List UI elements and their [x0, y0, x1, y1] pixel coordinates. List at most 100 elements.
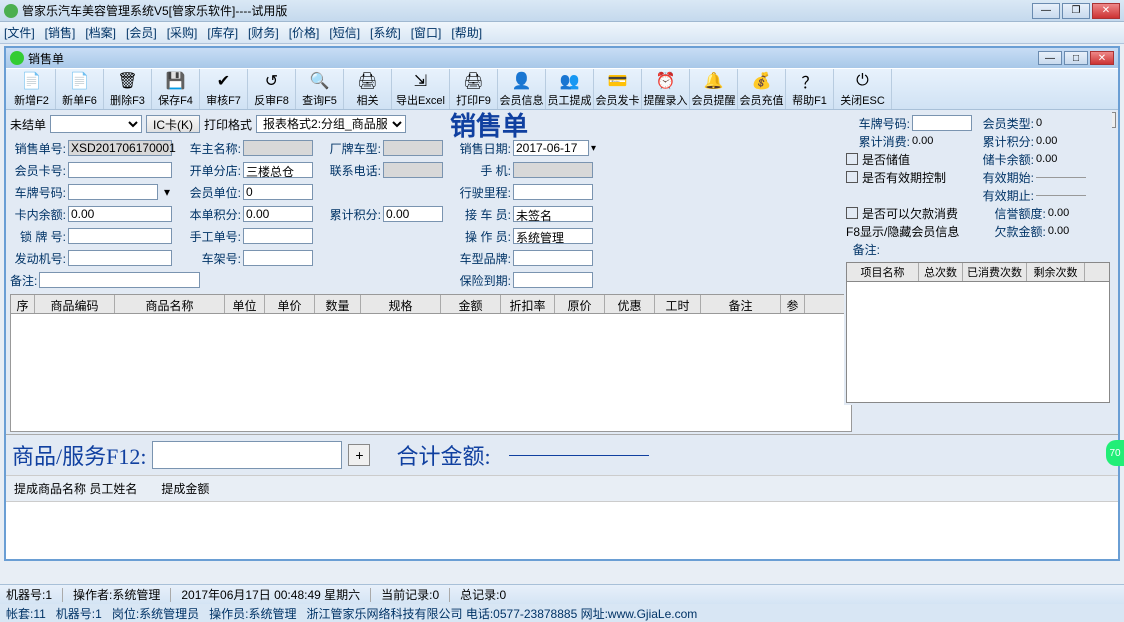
menu-item-7[interactable]: [价格] [289, 24, 320, 41]
thispt-value: 0.00 [243, 206, 313, 222]
toolbar-导出Excel[interactable]: ⇲导出Excel [392, 69, 450, 109]
add-product-button[interactable]: + [348, 444, 370, 466]
toolbar-icon: 📄 [70, 71, 90, 91]
main-title-bar: 管家乐汽车美容管理系统V5[管家乐软件]----试用版 — ❐ ✕ [0, 0, 1124, 22]
receiver-val: 未签名 [513, 206, 593, 222]
mileage-input[interactable] [513, 184, 593, 200]
side-owe-label: 欠款金额: [992, 223, 1046, 240]
unsettled-label: 未结单 [10, 116, 46, 133]
toolbar-会员充值[interactable]: 💰会员充值 [738, 69, 786, 109]
toolbar-关闭ESC[interactable]: ⏻关闭ESC [834, 69, 892, 109]
side-plate-label: 车牌号码: [846, 115, 910, 132]
toolbar-反审F8[interactable]: ↺反审F8 [248, 69, 296, 109]
footer-accounts: 帐套:11 [6, 605, 46, 622]
side-owe-val: 0.00 [1048, 225, 1069, 237]
child-maximize-button[interactable]: □ [1064, 51, 1088, 65]
product-input[interactable] [152, 441, 342, 469]
owner-value [243, 140, 313, 156]
ic-card-button[interactable]: IC卡(K) [146, 115, 200, 133]
side-tab-icon[interactable]: 70 [1106, 440, 1124, 466]
toolbar-审核F7[interactable]: ✔审核F7 [200, 69, 248, 109]
menu-item-1[interactable]: [销售] [45, 24, 76, 41]
menu-item-0[interactable]: [文件] [4, 24, 35, 41]
status-machine: 机器号:1 [6, 586, 52, 603]
toolbar-提醒录入[interactable]: ⏰提醒录入 [642, 69, 690, 109]
side-plate-input[interactable] [912, 115, 972, 131]
side-credit-label: 信誉额度: [992, 205, 1046, 222]
chk-store[interactable] [846, 153, 858, 165]
toolbar-icon: 👤 [512, 71, 532, 91]
restore-button[interactable]: ❐ [1062, 3, 1090, 19]
close-button[interactable]: ✕ [1092, 3, 1120, 19]
chk-credit[interactable] [846, 207, 858, 219]
grid-col: 数量 [315, 295, 361, 313]
product-label: 商品/服务F12: [12, 439, 146, 471]
toolbar-会员提醒[interactable]: 🔔会员提醒 [690, 69, 738, 109]
toolbar-icon: 👥 [560, 71, 580, 91]
grid-col: 商品名称 [115, 295, 225, 313]
child-close-button[interactable]: ✕ [1090, 51, 1114, 65]
toolbar-保存F4[interactable]: 💾保存F4 [152, 69, 200, 109]
f8-label: F8显示/隐藏会员信息 [846, 223, 959, 240]
toolbar-相关[interactable]: 🖨相关 [344, 69, 392, 109]
print-format-select[interactable]: 报表格式2:分组_商品服务 [256, 115, 406, 133]
toolbar-员工提成[interactable]: 👥员工提成 [546, 69, 594, 109]
lock-input[interactable] [68, 228, 172, 244]
sales-window: 销售单 — □ ✕ 📄新增F2📄新单F6🗑删除F3💾保存F4✔审核F7↺反审F8… [4, 46, 1120, 561]
commission-body [6, 501, 1118, 559]
minimize-button[interactable]: — [1032, 3, 1060, 19]
card-no-input[interactable] [68, 162, 172, 178]
menu-item-10[interactable]: [窗口] [411, 24, 442, 41]
engine-input[interactable] [68, 250, 172, 266]
totpt-label: 累计积分: [325, 206, 381, 223]
manual-input[interactable] [243, 228, 313, 244]
toolbar-删除F3[interactable]: 🗑删除F3 [104, 69, 152, 109]
menu-item-9[interactable]: [系统] [370, 24, 401, 41]
plate-input[interactable] [68, 184, 158, 200]
unit-label: 会员单位: [185, 184, 241, 201]
toolbar-新增F2[interactable]: 📄新增F2 [8, 69, 56, 109]
status-datetime: 2017年06月17日 00:48:49 星期六 [181, 586, 360, 603]
menu-item-2[interactable]: [档案] [85, 24, 116, 41]
side-sumspend-val: 0.00 [912, 135, 933, 147]
footer-operator: 操作员:系统管理 [209, 605, 296, 622]
unsettled-select[interactable] [50, 115, 142, 133]
toolbar-会员发卡[interactable]: 💳会员发卡 [594, 69, 642, 109]
grid-col: 单价 [265, 295, 315, 313]
grid-col: 规格 [361, 295, 441, 313]
menu-item-11[interactable]: [帮助] [451, 24, 482, 41]
side-mtype-label: 会员类型: [980, 115, 1034, 132]
side-sumspend-label: 累计消费: [846, 133, 910, 150]
toolbar-icon: 🔔 [704, 71, 724, 91]
vin-input[interactable] [243, 250, 313, 266]
menu-item-8[interactable]: [短信] [329, 24, 360, 41]
date-input[interactable] [513, 140, 589, 156]
menu-item-3[interactable]: [会员] [126, 24, 157, 41]
toolbar-新单F6[interactable]: 📄新单F6 [56, 69, 104, 109]
toolbar-icon: 🔍 [310, 71, 330, 91]
menu-item-6[interactable]: [财务] [248, 24, 279, 41]
side-sumpt-val: 0.00 [1036, 135, 1057, 147]
toolbar-icon: ⇲ [411, 71, 431, 91]
toolbar-帮助F1[interactable]: ？帮助F1 [786, 69, 834, 109]
modelbrand-input[interactable] [513, 250, 593, 266]
toolbar-icon: ⏻ [853, 71, 873, 91]
grid-col: 金额 [441, 295, 501, 313]
side-col: 项目名称 [847, 263, 919, 281]
toolbar-打印F9[interactable]: 🖨打印F9 [450, 69, 498, 109]
sale-no-label: 销售单号: [10, 140, 66, 157]
remark-input[interactable] [39, 272, 200, 288]
chk-period[interactable] [846, 171, 858, 183]
sales-grid-body[interactable] [10, 314, 852, 432]
cardbal-label: 卡内余额: [10, 206, 66, 223]
toolbar-icon: 🖨 [464, 71, 484, 91]
member-items-table: 项目名称总次数已消费次数剩余次数 [846, 262, 1110, 403]
toolbar-查询F5[interactable]: 🔍查询F5 [296, 69, 344, 109]
menu-item-5[interactable]: [库存] [207, 24, 238, 41]
menu-item-4[interactable]: [采购] [167, 24, 198, 41]
manual-label: 手工单号: [185, 228, 241, 245]
insurance-input[interactable] [513, 272, 593, 288]
toolbar-icon: 💾 [166, 71, 186, 91]
child-minimize-button[interactable]: — [1038, 51, 1062, 65]
toolbar-会员信息[interactable]: 👤会员信息 [498, 69, 546, 109]
